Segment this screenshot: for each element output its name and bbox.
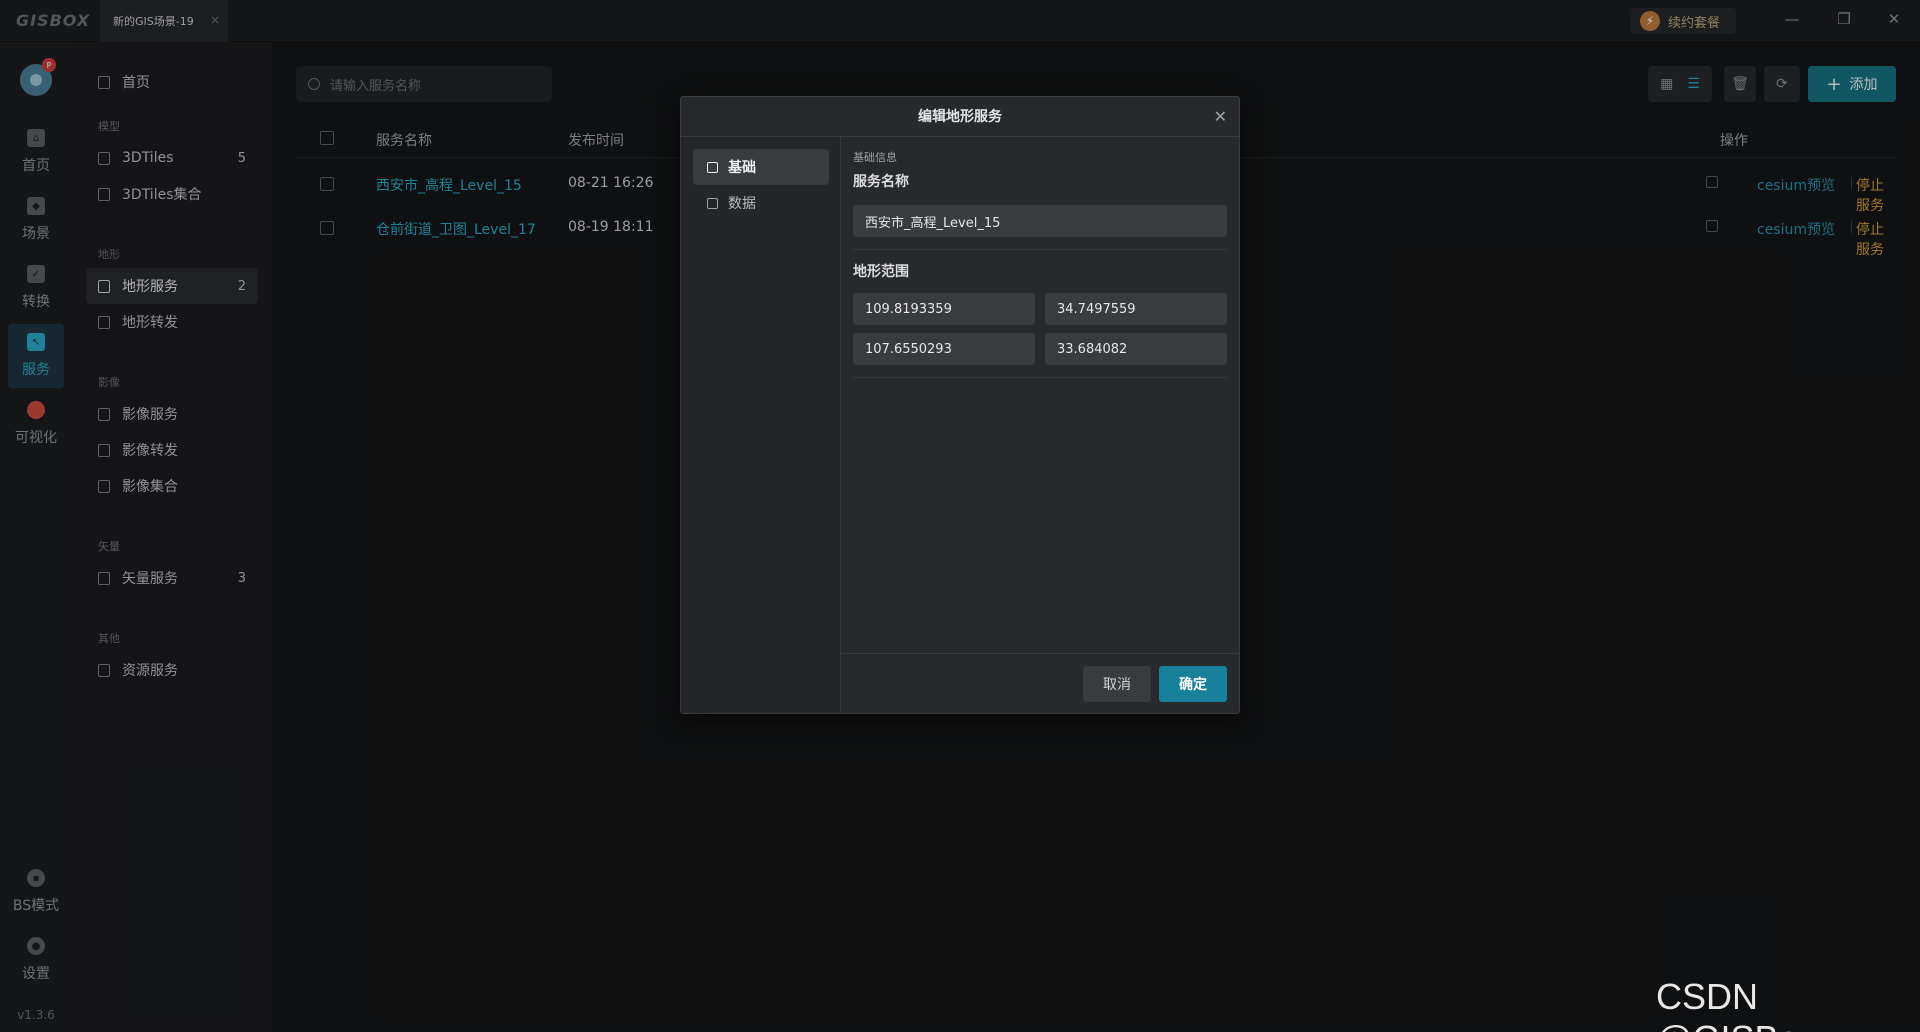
service-name-value: 西安市_高程_Level_15 [865, 215, 1001, 231]
dialog-footer: 取消 确定 [841, 653, 1239, 713]
service-name-field[interactable]: 西安市_高程_Level_15 [853, 205, 1227, 237]
close-icon[interactable]: ✕ [1214, 107, 1227, 126]
dialog-body: 基础信息 服务名称 西安市_高程_Level_15 地形范围 109.81933… [841, 137, 1239, 653]
dialog-title: 编辑地形服务 [681, 97, 1239, 137]
tab-data-label: 数据 [728, 196, 756, 212]
range-x1-value: 109.8193359 [865, 301, 952, 317]
divider [853, 249, 1227, 250]
dialog-tabs: 基础 数据 [681, 137, 841, 713]
range-y2-field[interactable]: 33.684082 [1045, 333, 1227, 365]
cancel-button[interactable]: 取消 [1083, 666, 1151, 702]
tab-basic-label: 基础 [728, 160, 756, 176]
terrain-range-label: 地形范围 [853, 264, 909, 280]
range-y2-value: 33.684082 [1057, 341, 1128, 357]
range-x2-value: 107.6550293 [865, 341, 952, 357]
confirm-button[interactable]: 确定 [1159, 666, 1227, 702]
tab-data[interactable]: 数据 [693, 185, 829, 221]
range-x1-field[interactable]: 109.8193359 [853, 293, 1035, 325]
range-x2-field[interactable]: 107.6550293 [853, 333, 1035, 365]
section-title: 基础信息 [853, 151, 897, 164]
range-y1-field[interactable]: 34.7497559 [1045, 293, 1227, 325]
basic-icon [707, 161, 718, 173]
watermark: CSDN @GISBox [1656, 976, 1817, 1032]
service-name-label: 服务名称 [853, 174, 909, 190]
range-y1-value: 34.7497559 [1057, 301, 1136, 317]
edit-terrain-dialog: 编辑地形服务 ✕ 基础 数据 基础信息 服务名称 西安市_高程_Level_15… [680, 96, 1240, 714]
database-icon [707, 197, 718, 209]
divider [853, 377, 1227, 378]
tab-basic[interactable]: 基础 [693, 149, 829, 185]
